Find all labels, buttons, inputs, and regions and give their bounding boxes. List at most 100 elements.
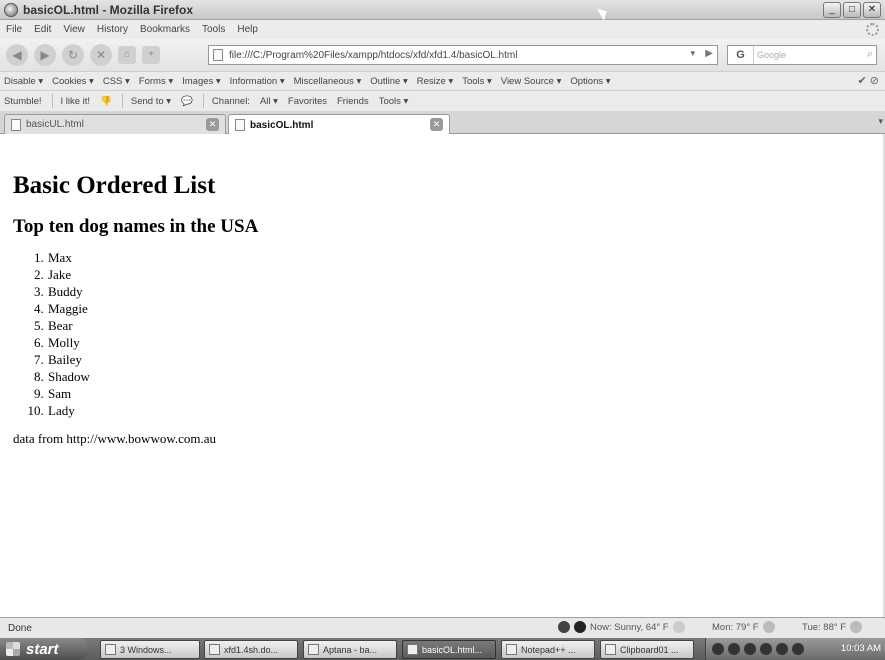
dev-images[interactable]: Images ▾ — [182, 76, 221, 87]
send-to-button[interactable]: Send to ▾ — [131, 96, 171, 107]
check-icon[interactable]: ✔ ⊘ — [858, 74, 880, 87]
list-item: Shadow — [47, 368, 872, 385]
search-bar[interactable]: G Google ⌕ — [727, 45, 877, 65]
page-heading: Basic Ordered List — [13, 172, 216, 199]
weather-tue[interactable]: Tue: 88° F — [802, 621, 863, 633]
tray-icon[interactable] — [792, 643, 804, 655]
dev-disable[interactable]: Disable ▾ — [4, 76, 43, 87]
list-item: Bailey — [47, 351, 872, 368]
list-item: Jake — [47, 266, 872, 283]
page-icon — [11, 118, 21, 131]
cloud-icon — [762, 621, 775, 633]
comment-icon[interactable]: 💬 — [181, 96, 193, 107]
search-icon[interactable]: ⌕ — [867, 48, 873, 61]
weather-mon-text: Mon: 79° F — [712, 621, 759, 633]
close-button[interactable]: ✕ — [863, 2, 881, 18]
tab-basicul[interactable]: basicUL.html ✕ — [4, 114, 226, 134]
page-icon — [213, 49, 223, 61]
taskbar-item-windows[interactable]: 3 Windows... — [100, 640, 200, 659]
dev-resize[interactable]: Resize ▾ — [417, 76, 453, 87]
dev-cookies[interactable]: Cookies ▾ — [52, 76, 94, 87]
search-input[interactable]: Google — [757, 50, 786, 60]
taskbar-item-notepad[interactable]: Notepad++ ... — [501, 640, 595, 659]
dev-view-source[interactable]: View Source ▾ — [501, 76, 562, 87]
menu-bar: File Edit View History Bookmarks Tools H… — [0, 20, 885, 39]
taskbar-item-aptana[interactable]: Aptana - ba... — [303, 640, 397, 659]
notepad-icon — [506, 644, 517, 655]
taskbar-item-label: xfd1.4sh.do... — [224, 644, 279, 655]
status-bar: Done Now: Sunny, 64° F Mon: 79° F Tue: 8… — [0, 617, 885, 638]
reload-button[interactable]: ↻ — [62, 44, 84, 66]
navigation-toolbar: ◀ ▶ ↻ ✕ ⌂ + file:///C:/Program%20Files/x… — [0, 39, 885, 71]
forward-button[interactable]: ▶ — [34, 44, 56, 66]
tray-icon[interactable] — [728, 643, 740, 655]
bookmark-add-button[interactable]: + — [142, 46, 160, 64]
go-icon[interactable]: ▶ — [705, 48, 713, 59]
start-label: start — [26, 640, 59, 658]
tray-icon[interactable] — [744, 643, 756, 655]
tab-label: basicUL.html — [26, 119, 84, 130]
system-tray: 10:03 AM — [705, 638, 885, 660]
taskbar-item-word[interactable]: xfd1.4sh.do... — [204, 640, 298, 659]
tray-icon[interactable] — [760, 643, 772, 655]
back-button[interactable]: ◀ — [6, 44, 28, 66]
stumble-tools-button[interactable]: Tools ▾ — [379, 96, 409, 107]
weather-now-text: Now: Sunny, 64° F — [590, 621, 669, 633]
window-controls: _ □ ✕ — [823, 2, 881, 18]
toolbar-separator — [51, 94, 53, 108]
folder-icon — [105, 644, 116, 655]
dev-options[interactable]: Options ▾ — [570, 76, 610, 87]
stumbleupon-toolbar: Stumble! I like it! 👎 Send to ▾ 💬 Channe… — [0, 90, 885, 111]
dev-forms[interactable]: Forms ▾ — [139, 76, 173, 87]
channel-all-button[interactable]: All ▾ — [260, 96, 278, 107]
url-bar[interactable]: file:///C:/Program%20Files/xampp/htdocs/… — [208, 45, 718, 65]
url-text[interactable]: file:///C:/Program%20Files/xampp/htdocs/… — [229, 50, 517, 61]
url-dropdown-icon[interactable]: ▾ — [690, 48, 695, 59]
favorites-button[interactable]: Favorites — [288, 96, 327, 107]
tray-icon[interactable] — [712, 643, 724, 655]
menu-view[interactable]: View — [63, 24, 85, 35]
tray-icon[interactable] — [776, 643, 788, 655]
menu-edit[interactable]: Edit — [34, 24, 51, 35]
channel-label: Channel: — [211, 95, 250, 107]
tab-close-icon[interactable]: ✕ — [430, 118, 443, 131]
dev-outline[interactable]: Outline ▾ — [370, 76, 408, 87]
menu-history[interactable]: History — [97, 24, 128, 35]
dev-css[interactable]: CSS ▾ — [103, 76, 130, 87]
friends-button[interactable]: Friends — [337, 96, 369, 107]
tab-basicol[interactable]: basicOL.html ✕ — [228, 114, 450, 135]
search-engine-icon[interactable]: G — [728, 46, 754, 64]
dev-information[interactable]: Information ▾ — [230, 76, 285, 87]
source-note: data from http://www.bowwow.com.au — [13, 431, 217, 446]
taskbar-item-label: Clipboard01 ... — [620, 644, 679, 655]
tab-close-icon[interactable]: ✕ — [206, 118, 219, 131]
stop-button[interactable]: ✕ — [90, 44, 112, 66]
menu-tools[interactable]: Tools — [202, 24, 225, 35]
like-button[interactable]: I like it! — [61, 96, 91, 107]
weather-now[interactable]: Now: Sunny, 64° F — [558, 621, 685, 633]
menu-file[interactable]: File — [6, 24, 22, 35]
tab-label: basicOL.html — [250, 119, 314, 131]
minimize-button[interactable]: _ — [823, 2, 841, 18]
taskbar-item-label: 3 Windows... — [120, 644, 172, 655]
taskbar-item-label: Aptana - ba... — [323, 644, 378, 655]
document-icon — [209, 644, 220, 655]
start-button[interactable]: start — [0, 638, 88, 660]
list-item: Bear — [47, 317, 872, 334]
weather-icon — [574, 621, 586, 633]
menu-help[interactable]: Help — [237, 24, 258, 35]
weather-mon[interactable]: Mon: 79° F — [712, 621, 775, 633]
taskbar-item-firefox[interactable]: basicOL.html... — [402, 640, 496, 659]
dev-tools[interactable]: Tools ▾ — [462, 76, 492, 87]
maximize-button[interactable]: □ — [843, 2, 861, 18]
tab-list-icon[interactable]: ▾ — [878, 116, 883, 127]
stumble-button[interactable]: Stumble! — [4, 96, 42, 107]
dislike-icon[interactable]: 👎 — [100, 96, 112, 107]
home-button[interactable]: ⌂ — [118, 46, 136, 64]
web-developer-toolbar: Disable ▾ Cookies ▾ CSS ▾ Forms ▾ Images… — [0, 71, 885, 90]
taskbar-item-clipboard[interactable]: Clipboard01 ... — [600, 640, 694, 659]
list-item: Molly — [47, 334, 872, 351]
clock[interactable]: 10:03 AM — [841, 643, 881, 654]
dev-miscellaneous[interactable]: Miscellaneous ▾ — [294, 76, 362, 87]
menu-bookmarks[interactable]: Bookmarks — [140, 24, 190, 35]
